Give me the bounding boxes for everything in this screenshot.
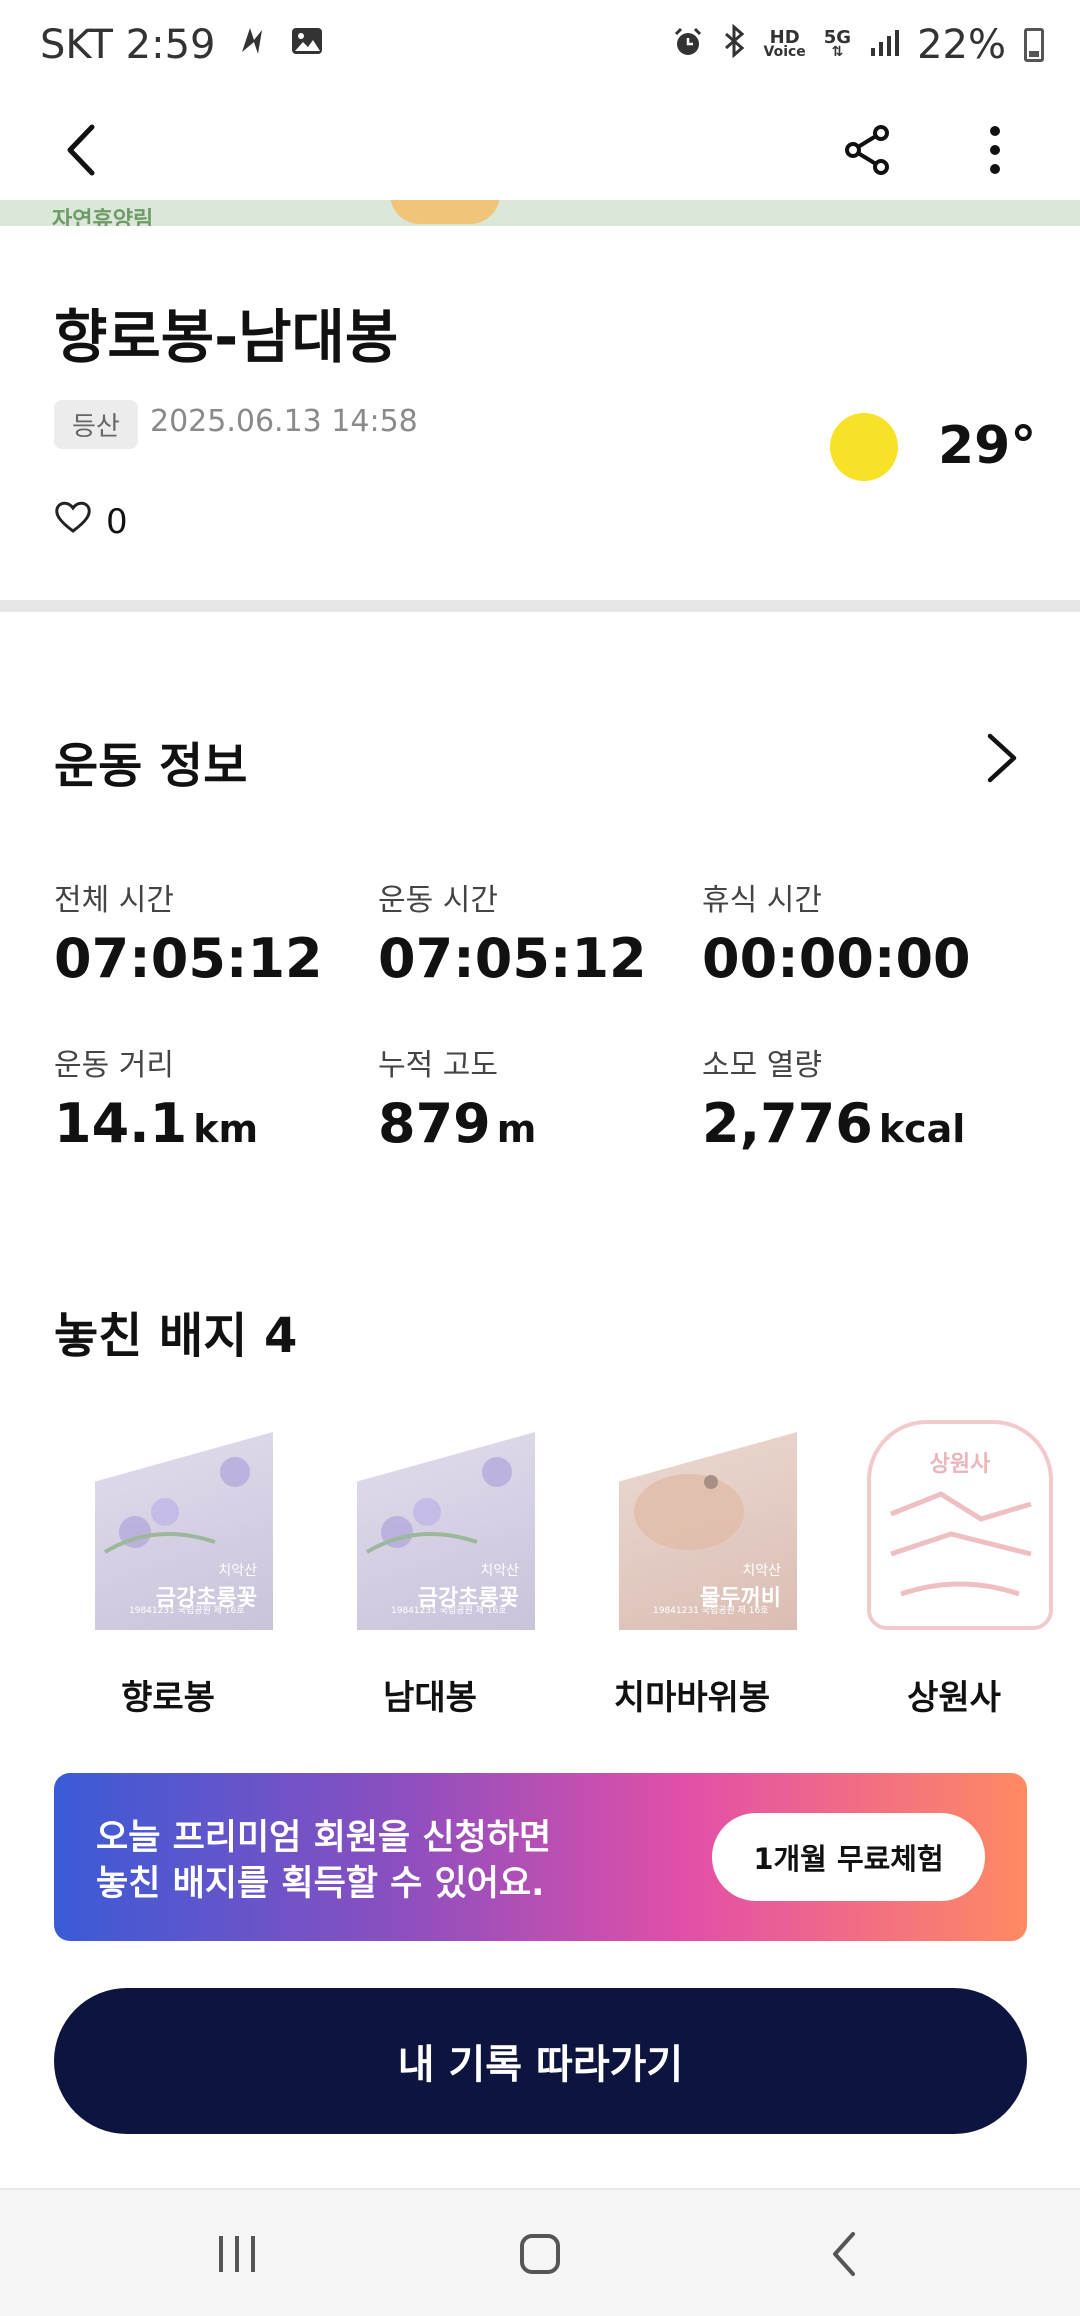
stat-label: 전체 시간 bbox=[54, 883, 174, 918]
stat-rest-time: 휴식 시간 00:00:00 bbox=[702, 875, 1022, 990]
stat-label: 소모 열량 bbox=[702, 1048, 822, 1083]
badge-item[interactable]: 치악산 금강초롱꽃 19841231 국립공원 제 16호 향로봉 bbox=[68, 1420, 273, 1719]
chevron-right-icon[interactable] bbox=[980, 730, 1024, 786]
record-title: 향로봉-남대봉 bbox=[54, 303, 399, 371]
alarm-icon bbox=[672, 22, 704, 68]
stat-elevation: 누적 고도 879 m bbox=[378, 1040, 698, 1155]
badge-image: 치악산 금강초롱꽃 19841231 국립공원 제 16호 bbox=[335, 1420, 535, 1640]
bluetooth-icon bbox=[722, 22, 746, 68]
badge-item[interactable]: 상원사 상원사 bbox=[854, 1420, 1054, 1719]
exercise-info-title: 운동 정보 bbox=[54, 738, 248, 794]
status-right: HD Voice 5G ⇅ 22% bbox=[672, 22, 1044, 68]
stat-value: 2,776 kcal bbox=[702, 1092, 966, 1155]
badge-name: 남대봉 bbox=[383, 1678, 477, 1718]
badge-name: 상원사 bbox=[907, 1678, 1001, 1718]
lightning-crossed-icon bbox=[236, 22, 270, 68]
map-road bbox=[390, 200, 500, 224]
record-datetime: 2025.06.13 14:58 bbox=[150, 404, 418, 439]
stat-label: 운동 거리 bbox=[54, 1048, 174, 1083]
like-count: 0 bbox=[106, 501, 128, 542]
share-icon[interactable] bbox=[838, 120, 898, 180]
stat-value: 07:05:12 bbox=[378, 927, 647, 990]
voice-label: Voice bbox=[763, 44, 806, 60]
status-bar: SKT 2:59 HD Voice 5G ⇅ 22% bbox=[0, 0, 1080, 100]
follow-my-record-button[interactable]: 내 기록 따라가기 bbox=[54, 1988, 1027, 2134]
heart-icon bbox=[54, 500, 92, 543]
gallery-icon bbox=[290, 22, 324, 68]
badge-item[interactable]: 치악산 금강초롱꽃 19841231 국립공원 제 16호 남대봉 bbox=[330, 1420, 535, 1719]
missed-badges-title: 놓친 배지 4 bbox=[54, 1308, 298, 1364]
more-vert-icon[interactable] bbox=[965, 120, 1025, 180]
status-left: SKT 2:59 bbox=[40, 22, 324, 68]
badge-name: 치마바위봉 bbox=[613, 1678, 771, 1718]
stat-total-time: 전체 시간 07:05:12 bbox=[54, 875, 374, 990]
stat-label: 운동 시간 bbox=[378, 883, 498, 918]
stat-unit: m bbox=[496, 1107, 537, 1151]
home-icon[interactable] bbox=[514, 2224, 566, 2284]
badge-image: 치악산 물두꺼비 19841231 국립공원 제 16호 bbox=[597, 1420, 797, 1640]
back-icon[interactable] bbox=[822, 2224, 866, 2284]
hd-label: HD bbox=[769, 27, 800, 48]
back-arrow-icon[interactable] bbox=[50, 120, 110, 180]
system-nav-bar bbox=[0, 2188, 1080, 2316]
carrier-time: SKT 2:59 bbox=[40, 22, 216, 68]
stat-calories: 소모 열량 2,776 kcal bbox=[702, 1040, 1022, 1155]
badge-list: 치악산 금강초롱꽃 19841231 국립공원 제 16호 향로봉 치악산 금강… bbox=[54, 1420, 1080, 1720]
premium-banner[interactable]: 오늘 프리미엄 회원을 신청하면 놓친 배지를 획득할 수 있어요. 1개월 무… bbox=[54, 1773, 1027, 1941]
badge-name: 향로봉 bbox=[121, 1678, 215, 1718]
stat-unit: km bbox=[193, 1107, 259, 1151]
badge-image: 상원사 bbox=[859, 1420, 1053, 1640]
stat-value: 14.1 km bbox=[54, 1092, 259, 1155]
5g-icon: 5G ⇅ bbox=[823, 27, 852, 60]
route-map[interactable]: 자연휴양림 bbox=[0, 200, 1080, 226]
stat-value: 00:00:00 bbox=[702, 927, 971, 990]
net-label: 5G bbox=[823, 27, 852, 48]
temperature: 29° bbox=[938, 416, 1037, 476]
map-label: 자연휴양림 bbox=[52, 208, 154, 226]
stat-value: 879 m bbox=[378, 1092, 537, 1155]
stat-distance: 운동 거리 14.1 km bbox=[54, 1040, 374, 1155]
signal-icon bbox=[869, 22, 900, 68]
stat-unit: kcal bbox=[878, 1107, 966, 1151]
battery-percent: 22% bbox=[917, 22, 1006, 68]
stat-value: 07:05:12 bbox=[54, 927, 323, 990]
hd-voice-icon: HD Voice bbox=[763, 27, 806, 60]
section-divider bbox=[0, 600, 1080, 612]
battery-icon bbox=[1024, 28, 1044, 62]
stat-label: 누적 고도 bbox=[378, 1048, 498, 1083]
stat-exercise-time: 운동 시간 07:05:12 bbox=[378, 875, 698, 990]
activity-tag: 등산 bbox=[54, 400, 138, 449]
like-button[interactable]: 0 bbox=[54, 500, 128, 543]
stat-label: 휴식 시간 bbox=[702, 883, 822, 918]
premium-banner-text: 오늘 프리미엄 회원을 신청하면 놓친 배지를 획득할 수 있어요. bbox=[96, 1818, 552, 1904]
sun-icon bbox=[830, 413, 898, 481]
recents-icon[interactable] bbox=[212, 2224, 262, 2284]
free-trial-button[interactable]: 1개월 무료체험 bbox=[712, 1813, 985, 1901]
badge-image: 치악산 금강초롱꽃 19841231 국립공원 제 16호 bbox=[73, 1420, 273, 1640]
app-bar bbox=[0, 100, 1080, 200]
badge-item[interactable]: 치악산 물두꺼비 19841231 국립공원 제 16호 치마바위봉 bbox=[592, 1420, 797, 1719]
